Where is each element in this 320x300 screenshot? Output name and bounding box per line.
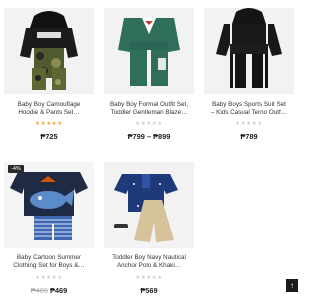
rating-stars: ★★★★★ <box>35 121 63 127</box>
product-title[interactable]: Baby Boy Formal Outfit Set, Toddler Gent… <box>104 101 194 118</box>
product-price: ₱489 ₱469 <box>4 286 94 295</box>
product-image[interactable] <box>4 8 94 94</box>
product-price: ₱789 <box>240 132 258 141</box>
product-price: ₱799 – ₱899 <box>127 132 171 141</box>
sale-price: ₱469 <box>50 286 68 295</box>
product-image[interactable]: -4% <box>4 162 94 248</box>
product-price: ₱569 <box>140 286 158 295</box>
product-title[interactable]: Baby Boys Sports Suit Set – Kids Casual … <box>204 101 294 118</box>
rating-stars: ★★★★★ <box>235 121 263 127</box>
back-to-top-button[interactable]: ↑ <box>286 279 298 292</box>
product-image[interactable] <box>104 8 194 94</box>
product-image[interactable] <box>104 162 194 248</box>
rating-stars: ★★★★★ <box>35 275 63 281</box>
rating-stars: ★★★★★ <box>135 275 163 281</box>
product-title[interactable]: Baby Boy Camouflage Hoodie & Pants Set… <box>4 101 94 118</box>
discount-badge: -4% <box>8 165 24 173</box>
product-title[interactable]: Toddler Boy Navy Nautical Anchor Polo & … <box>104 254 194 271</box>
rating-stars: ★★★★★ <box>135 121 163 127</box>
original-price: ₱489 <box>30 286 48 295</box>
product-image[interactable] <box>204 8 294 94</box>
arrow-up-icon: ↑ <box>290 281 294 290</box>
product-price: ₱725 <box>40 132 58 141</box>
product-title[interactable]: Baby Cartoon Summer Clothing Set for Boy… <box>4 254 94 271</box>
